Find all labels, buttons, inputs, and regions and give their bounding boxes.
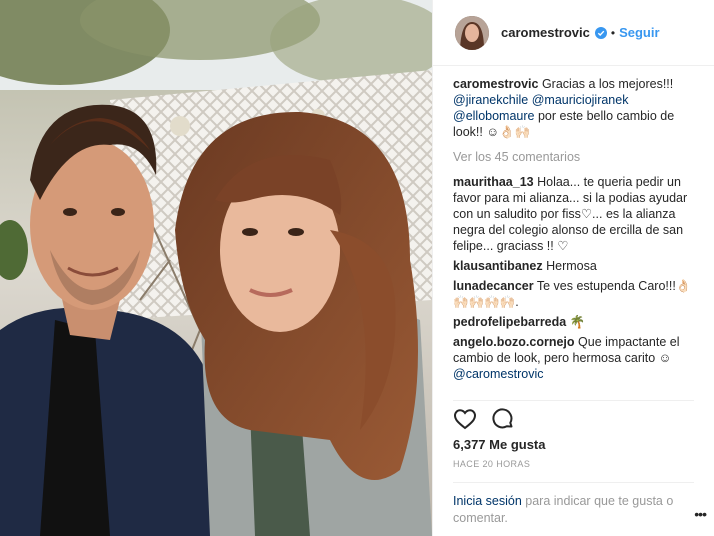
post-timestamp[interactable]: HACE 20 HORAS (453, 459, 530, 469)
caption-mention[interactable]: @mauriciojiranek (532, 93, 629, 107)
login-prompt: Inicia sesión para indicar que te gusta … (453, 482, 694, 527)
action-bar (453, 400, 694, 431)
selfie-photo-illustration (0, 0, 432, 536)
caption-mention[interactable]: @ellobomaure (453, 109, 534, 123)
post-sidebar: caromestrovic • Seguir caromestrovic Gra… (432, 0, 714, 536)
heart-outline-icon[interactable] (453, 407, 477, 431)
comment-item: klausantibanez Hermosa (453, 258, 703, 274)
caption-text: Gracias a los mejores!!! (541, 77, 674, 91)
comment-username[interactable]: angelo.bozo.cornejo (453, 335, 575, 349)
comment-username[interactable]: pedrofelipebarreda (453, 315, 566, 329)
caption: caromestrovic Gracias a los mejores!!! @… (453, 76, 703, 140)
comment-item: maurithaa_13 Holaa... te queria pedir un… (453, 174, 703, 254)
header-username[interactable]: caromestrovic (501, 25, 590, 40)
comment-item: angelo.bozo.cornejo Que impactante el ca… (453, 334, 703, 382)
post-header: caromestrovic • Seguir (433, 0, 714, 66)
likes-count[interactable]: 6,377 Me gusta (453, 437, 546, 452)
ellipsis-icon[interactable]: ••• (694, 506, 707, 522)
view-all-comments-link[interactable]: Ver los 45 comentarios (453, 150, 703, 164)
comments-list[interactable]: caromestrovic Gracias a los mejores!!! @… (453, 76, 703, 398)
comment-text: Hermosa (546, 259, 597, 273)
follow-button[interactable]: Seguir (619, 25, 659, 40)
comment-username[interactable]: maurithaa_13 (453, 175, 534, 189)
comment-username[interactable]: lunadecancer (453, 279, 534, 293)
speech-bubble-icon[interactable] (491, 407, 515, 431)
comment-item: pedrofelipebarreda 🌴 (453, 314, 703, 330)
comments-fade (453, 388, 703, 398)
comment-username[interactable]: klausantibanez (453, 259, 543, 273)
comment-item: lunadecancer Te ves estupenda Caro!!!👌🏻🙌… (453, 278, 703, 310)
avatar-image (455, 15, 489, 50)
login-link[interactable]: Inicia sesión (453, 494, 522, 508)
comment-mention[interactable]: @caromestrovic (453, 367, 544, 381)
caption-mention[interactable]: @jiranekchile (453, 93, 528, 107)
verified-badge-icon (594, 26, 607, 39)
post-photo[interactable] (0, 0, 432, 536)
header-separator: • (610, 25, 616, 40)
comment-text: 🌴 (569, 315, 586, 329)
caption-username[interactable]: caromestrovic (453, 77, 538, 91)
avatar[interactable] (455, 15, 489, 50)
